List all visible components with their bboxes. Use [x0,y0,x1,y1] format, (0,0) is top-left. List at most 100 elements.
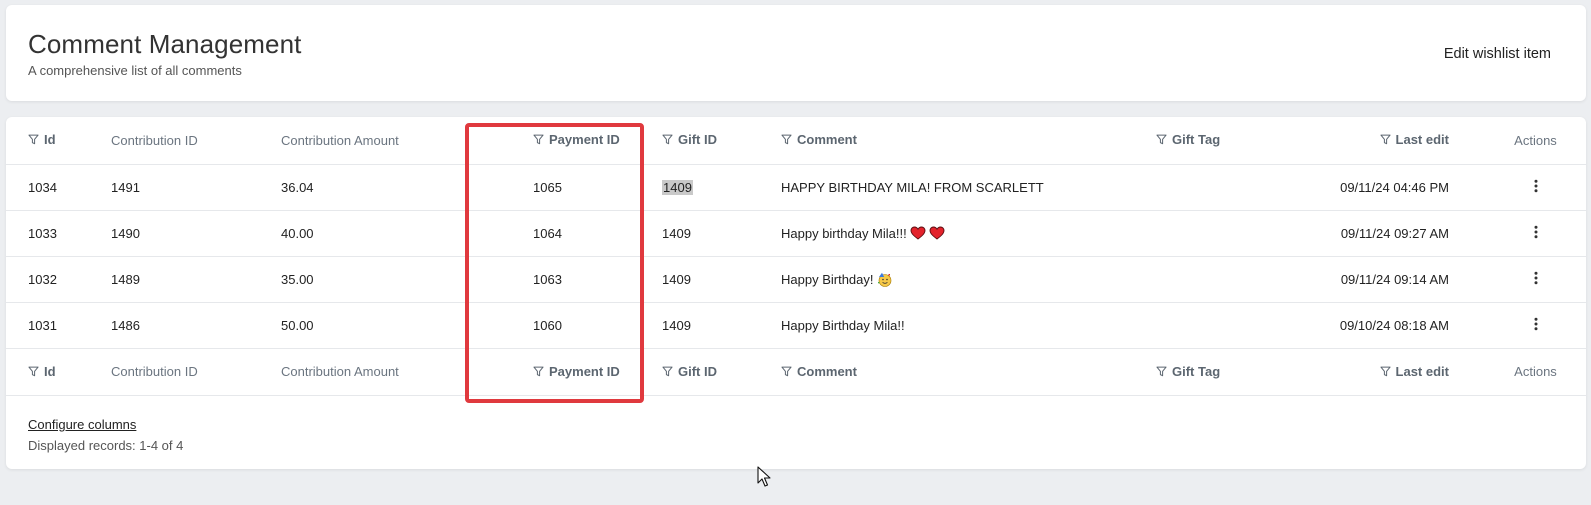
id-value: 1032 [28,271,57,287]
footer-cell-gift-tag[interactable]: Gift Tag [1156,348,1274,395]
cell-actions [1485,302,1586,348]
column-label: Comment [797,363,857,379]
column-label: Actions [1514,364,1557,379]
contribution-id-value: 1489 [111,271,140,287]
header-cell-comment[interactable]: Comment [781,117,1156,164]
cell-gift-id: 1409 [662,256,781,302]
cell-contribution-id: 1489 [111,256,281,302]
filter-icon[interactable] [662,366,673,377]
column-label: Contribution ID [111,132,198,148]
footer-cell-last-edit[interactable]: Last edit [1274,348,1485,395]
displayed-records-count: Displayed records: 1-4 of 4 [28,438,184,453]
filter-icon[interactable] [1379,134,1391,145]
id-value: 1031 [28,317,57,333]
cell-contribution-id: 1486 [111,302,281,348]
table-header-row: Id Contribution ID Contribution Amount Paym… [6,117,1586,164]
header-cell-payment-id[interactable]: Payment ID [501,117,662,164]
cell-contribution-amount: 40.00 [281,210,501,256]
cell-last-edit: 09/11/24 09:14 AM [1274,256,1485,302]
cell-gift-tag [1156,302,1274,348]
edit-wishlist-item-button[interactable]: Edit wishlist item [1444,46,1551,62]
header-cell-id[interactable]: Id [6,117,111,164]
header-cell-comment-inner: Comment [781,132,857,147]
kebab-menu-icon[interactable] [1528,270,1544,286]
cell-gift-tag [1156,210,1274,256]
cell-payment-id: 1060 [501,302,662,348]
footer-cell-id-inner: Id [28,364,56,379]
filter-icon[interactable] [781,134,792,145]
filter-icon[interactable] [1379,366,1391,377]
cell-payment-id: 1064 [501,210,662,256]
cell-contribution-amount: 50.00 [281,302,501,348]
filter-icon[interactable] [1156,366,1167,377]
gift-id-value: 1409 [662,225,691,241]
header-cell-gift-id[interactable]: Gift ID [662,117,781,164]
kebab-menu-icon[interactable] [1528,316,1544,332]
filter-icon[interactable] [28,134,39,145]
kebab-menu-icon[interactable] [1528,224,1544,240]
cell-comment: Happy birthday Mila!!! [781,210,1156,256]
footer-cell-id[interactable]: Id [6,348,111,395]
footer-cell-last-edit-inner: Last edit [1379,364,1449,379]
header-cell-id-inner: Id [28,132,56,147]
table-body: 1034 1491 36.04 1065 1409 HAPPY BIRTHDAY MILA… [6,164,1586,348]
cell-last-edit: 09/11/24 09:27 AM [1274,210,1485,256]
last-edit-value: 09/11/24 09:14 AM [1340,271,1449,287]
header-cell-actions-inner: Actions [1514,133,1557,148]
filter-icon[interactable] [662,134,673,145]
kebab-menu-icon[interactable] [1528,178,1544,194]
contribution-id-value: 1491 [111,179,140,195]
header-cell-actions: Actions [1485,117,1586,164]
comment-value: Happy Birthday! [781,271,874,287]
configure-columns-link[interactable]: Configure columns [28,417,136,432]
page-header: Comment Management A comprehensive list … [6,5,1586,101]
header-cell-last-edit[interactable]: Last edit [1274,117,1485,164]
filter-icon[interactable] [533,134,544,145]
comments-table-card: Id Contribution ID Contribution Amount Paym… [6,117,1586,469]
header-cell-contribution-id: Contribution ID [111,117,281,164]
column-label: Contribution ID [111,364,198,379]
cell-last-edit: 09/10/24 08:18 AM [1274,302,1485,348]
footer-cell-contribution-amount: Contribution Amount [281,348,501,395]
gift-id-value: 1409 [662,179,693,195]
column-label: Comment [797,132,857,148]
header-cell-gift-id-inner: Gift ID [662,132,717,147]
column-label: Contribution Amount [281,364,399,379]
header-cell-contribution-amount-inner: Contribution Amount [281,133,399,148]
filter-icon[interactable] [781,366,792,377]
table-row: 1032 1489 35.00 1063 1409 Happy Birthday! 09/1… [6,256,1586,302]
footer-cell-contribution-id: Contribution ID [111,348,281,395]
filter-icon[interactable] [533,366,544,377]
footer-cell-payment-id[interactable]: Payment ID [501,348,662,395]
footer-cell-gift-id[interactable]: Gift ID [662,348,781,395]
column-label: Gift Tag [1172,132,1221,148]
cell-id: 1034 [6,164,111,210]
comment-value: Happy birthday Mila!!! [781,225,907,241]
cell-contribution-id: 1491 [111,164,281,210]
contribution-id-value: 1490 [111,225,140,241]
footer-cell-gift-id-inner: Gift ID [662,364,717,379]
mouse-pointer-icon [757,466,771,487]
gift-id-value: 1409 [662,317,691,333]
cell-actions [1485,210,1586,256]
column-label: Id [44,132,56,148]
column-label: Payment ID [549,132,620,148]
contribution-amount-value: 40.00 [281,225,314,241]
header-cell-last-edit-inner: Last edit [1379,132,1449,147]
footer-cell-comment-inner: Comment [781,364,857,379]
payment-id-value: 1064 [533,225,562,241]
header-cell-gift-tag[interactable]: Gift Tag [1156,117,1274,164]
table-row: 1031 1486 50.00 1060 1409 Happy Birthday Mila… [6,302,1586,348]
cell-comment: Happy Birthday Mila!! [781,302,1156,348]
footer-cell-payment-id-inner: Payment ID [533,364,620,379]
footer-cell-comment[interactable]: Comment [781,348,1156,395]
comments-table: Id Contribution ID Contribution Amount Paym… [6,117,1586,396]
comment-value: HAPPY BIRTHDAY MILA! FROM SCARLETT [781,179,1044,195]
page-title: Comment Management [28,29,302,59]
footer-cell-gift-tag-inner: Gift Tag [1156,364,1220,379]
filter-icon[interactable] [28,366,39,377]
column-label: Id [44,363,56,379]
cell-contribution-amount: 36.04 [281,164,501,210]
last-edit-value: 09/10/24 08:18 AM [1339,317,1449,333]
filter-icon[interactable] [1156,134,1167,145]
